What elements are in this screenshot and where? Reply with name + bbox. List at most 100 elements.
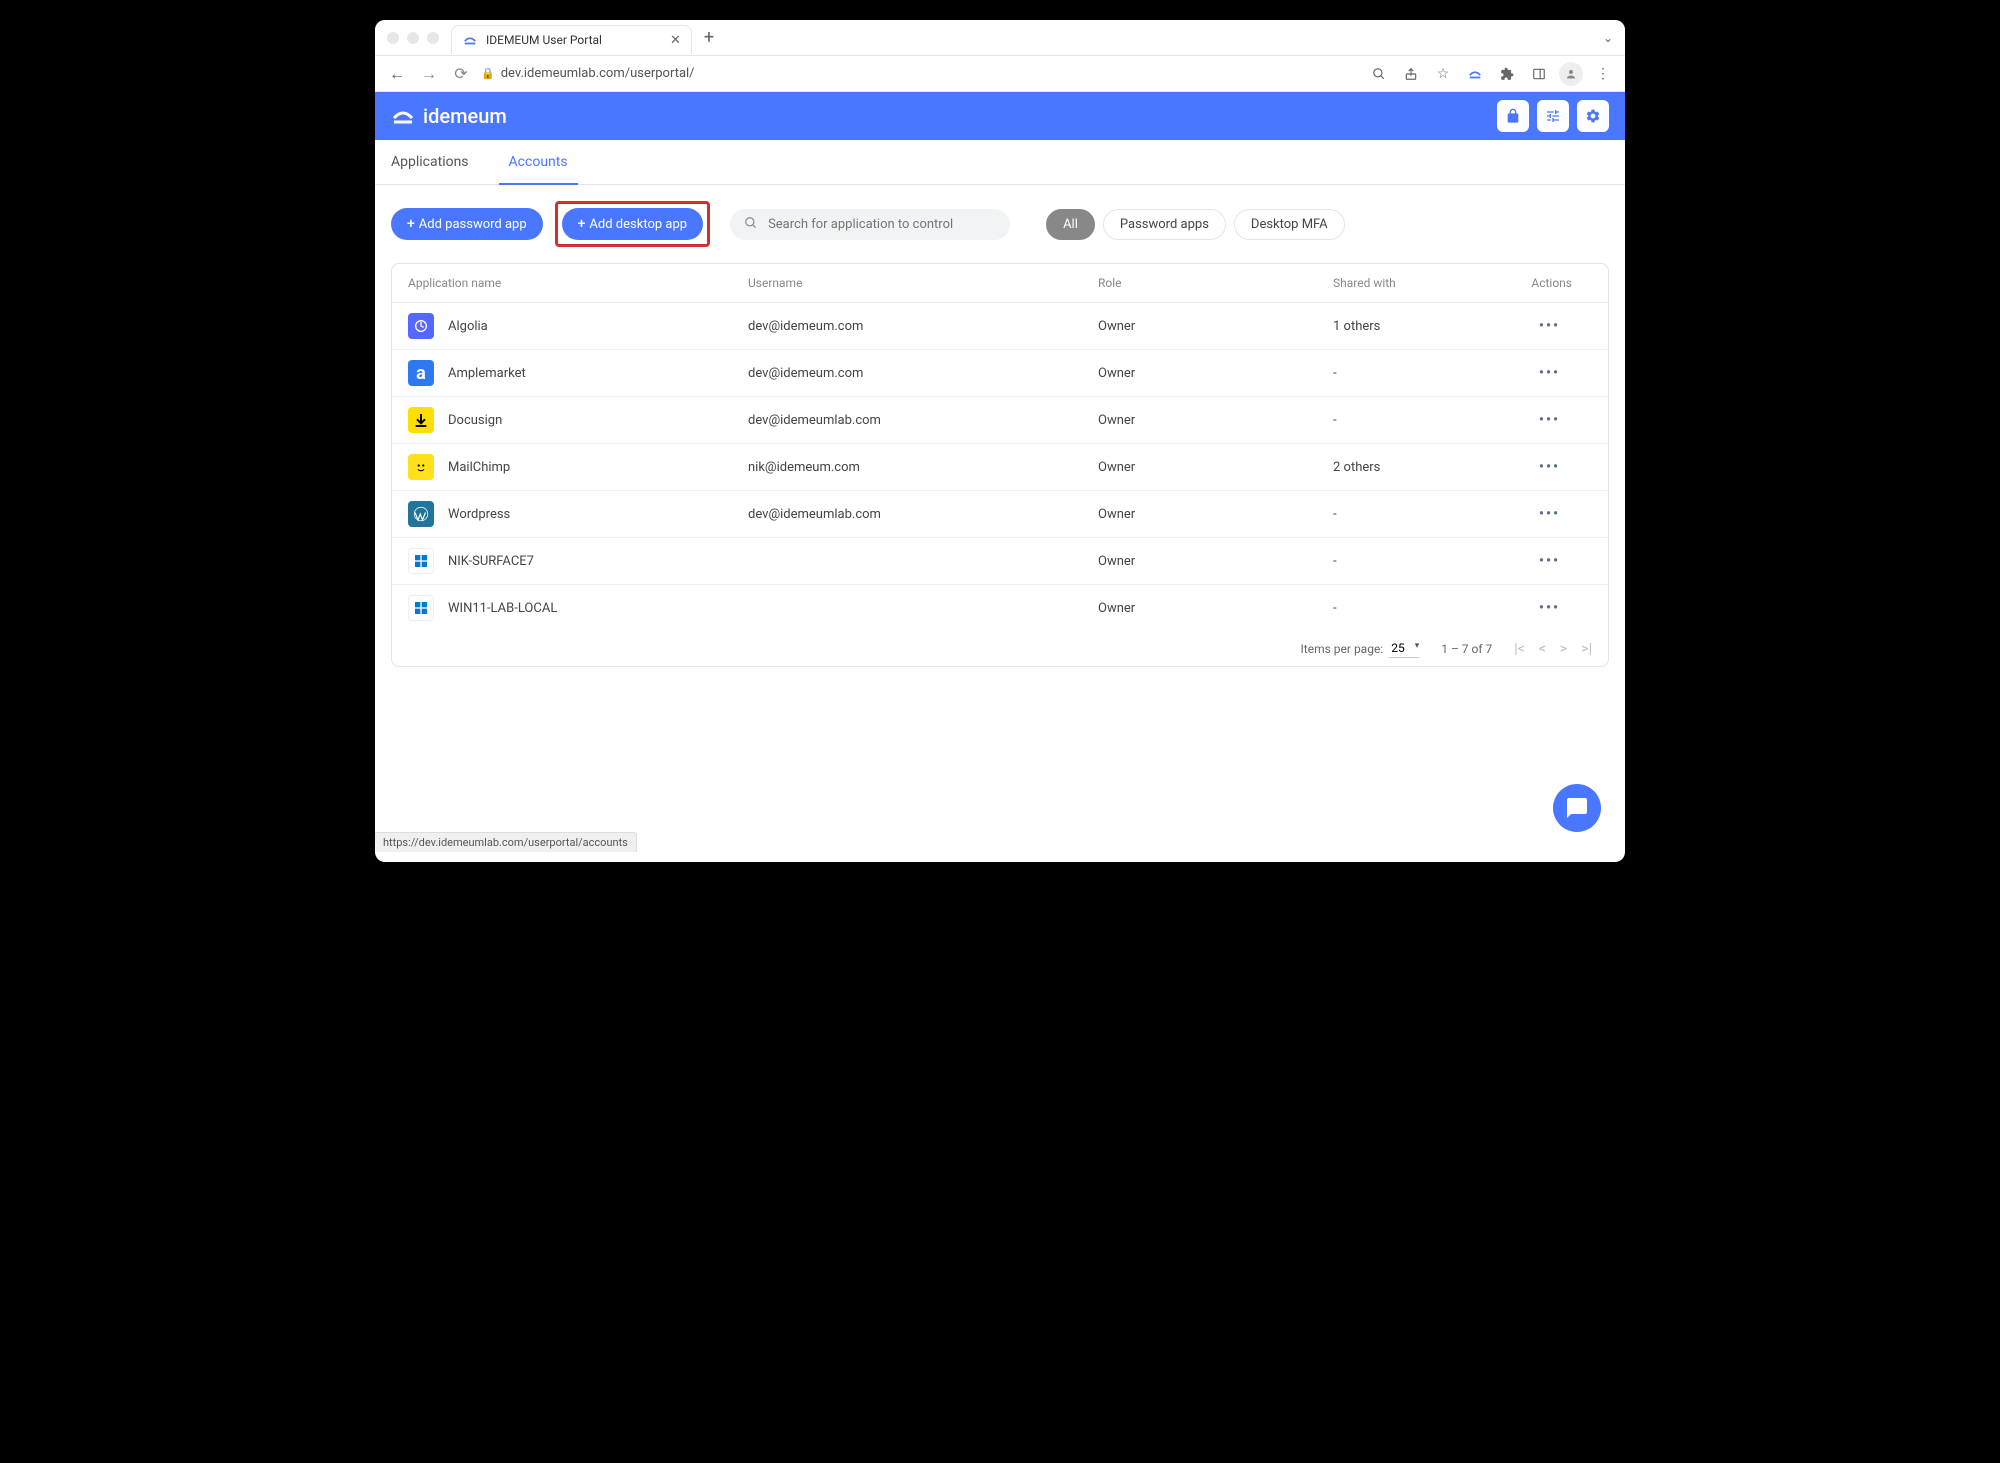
cell-username: dev@idemeumlab.com [748,413,1098,428]
table-row: Wordpress dev@idemeumlab.com Owner - ••• [392,491,1608,538]
filter-desktop-mfa[interactable]: Desktop MFA [1234,209,1345,240]
prev-page-icon[interactable]: < [1539,641,1546,657]
reload-button-icon[interactable]: ⟳ [449,62,473,86]
header-shared-with: Shared with [1333,276,1453,290]
cell-shared-with: - [1333,413,1453,428]
favicon-icon [462,32,478,48]
lock-icon [1505,108,1521,124]
cell-role: Owner [1098,554,1333,569]
search-icon [744,215,758,234]
cell-application-name: Docusign [448,413,502,428]
last-page-icon[interactable]: >| [1581,641,1592,657]
lock-icon: 🔒 [481,67,495,80]
close-window-icon[interactable] [387,32,399,44]
minimize-window-icon[interactable] [407,32,419,44]
bookmark-icon[interactable]: ☆ [1431,62,1455,86]
header-username: Username [748,276,1098,290]
cell-application-name: MailChimp [448,460,510,475]
url-text: dev.idemeumlab.com/userportal/ [501,66,695,81]
app-header: idemeum [375,92,1625,140]
cell-application-name: Wordpress [448,507,510,522]
new-tab-button[interactable]: + [704,27,714,48]
cell-username: nik@idemeum.com [748,460,1098,475]
add-password-app-label: Add password app [419,217,527,232]
add-desktop-app-label: Add desktop app [589,217,687,232]
first-page-icon[interactable]: |< [1514,641,1525,657]
row-actions-button[interactable]: ••• [1453,459,1592,475]
table-row: Docusign dev@idemeumlab.com Owner - ••• [392,397,1608,444]
row-actions-button[interactable]: ••• [1453,553,1592,569]
settings-button[interactable] [1577,100,1609,132]
status-bar: https://dev.idemeumlab.com/userportal/ac… [375,832,637,852]
cell-role: Owner [1098,319,1333,334]
share-icon[interactable] [1399,62,1423,86]
page-size-control: Items per page: 25 [1301,639,1420,658]
extensions-icon[interactable] [1495,62,1519,86]
row-actions-button[interactable]: ••• [1453,506,1592,522]
cell-role: Owner [1098,601,1333,616]
row-actions-button[interactable]: ••• [1453,318,1592,334]
next-page-icon[interactable]: > [1560,641,1567,657]
mailchimp-icon [408,454,434,480]
header-actions: Actions [1453,276,1592,290]
brand-logo[interactable]: idemeum [391,104,507,128]
add-desktop-app-button[interactable]: + Add desktop app [562,208,703,240]
cell-application-name: NIK-SURFACE7 [448,554,534,569]
row-actions-button[interactable]: ••• [1453,600,1592,616]
tune-button[interactable] [1537,100,1569,132]
idemeum-logo-icon [391,104,415,128]
table-header: Application name Username Role Shared wi… [392,264,1608,303]
cell-application-name: Amplemarket [448,366,526,381]
filter-all[interactable]: All [1046,209,1095,240]
cell-application-name: Algolia [448,319,488,334]
forward-button-icon[interactable]: → [417,62,441,86]
row-actions-button[interactable]: ••• [1453,365,1592,381]
browser-tab[interactable]: IDEMEUM User Portal ✕ [451,25,692,54]
close-tab-icon[interactable]: ✕ [670,33,681,48]
wordpress-icon [408,501,434,527]
row-actions-button[interactable]: ••• [1453,412,1592,428]
zoom-icon[interactable] [1367,62,1391,86]
search-box[interactable] [730,209,1010,240]
tab-accounts[interactable]: Accounts [509,140,568,184]
header-application-name: Application name [408,276,748,290]
window-controls[interactable] [387,32,439,44]
windows-icon [408,548,434,574]
filter-password-apps[interactable]: Password apps [1103,209,1226,240]
header-actions [1497,100,1609,132]
table-row: a Amplemarket dev@idemeum.com Owner - ••… [392,350,1608,397]
back-button-icon[interactable]: ← [385,62,409,86]
chat-widget-button[interactable] [1553,784,1601,832]
gear-icon [1585,108,1601,124]
table-row: WIN11-LAB-LOCAL Owner - ••• [392,585,1608,631]
page-range: 1 – 7 of 7 [1441,642,1492,656]
highlight-annotation: + Add desktop app [555,201,710,247]
cell-username: dev@idemeum.com [748,366,1098,381]
search-input[interactable] [768,217,996,232]
table-row: Algolia dev@idemeum.com Owner 1 others •… [392,303,1608,350]
extension-idemeum-icon[interactable] [1463,62,1487,86]
menu-icon[interactable]: ⋮ [1591,62,1615,86]
cell-role: Owner [1098,413,1333,428]
lock-button[interactable] [1497,100,1529,132]
filter-chips: All Password apps Desktop MFA [1046,209,1345,240]
cell-username: dev@idemeumlab.com [748,507,1098,522]
profile-icon[interactable] [1559,62,1583,86]
nav-tabs: Applications Accounts [375,140,1625,185]
page-nav: |< < > >| [1514,641,1592,657]
algolia-icon [408,313,434,339]
brand-text: idemeum [423,104,507,128]
tab-applications[interactable]: Applications [391,140,469,184]
cell-shared-with: 2 others [1333,460,1453,475]
page-size-select[interactable]: 25 [1389,639,1419,658]
windows-icon [408,595,434,621]
sidepanel-icon[interactable] [1527,62,1551,86]
browser-window: IDEMEUM User Portal ✕ + ⌄ ← → ⟳ 🔒 dev.id… [375,20,1625,862]
maximize-window-icon[interactable] [427,32,439,44]
tune-icon [1545,108,1561,124]
add-password-app-button[interactable]: + Add password app [391,208,543,240]
amplemarket-icon: a [408,360,434,386]
tab-list-icon[interactable]: ⌄ [1603,31,1613,45]
cell-shared-with: 1 others [1333,319,1453,334]
address-bar[interactable]: 🔒 dev.idemeumlab.com/userportal/ [481,66,695,81]
